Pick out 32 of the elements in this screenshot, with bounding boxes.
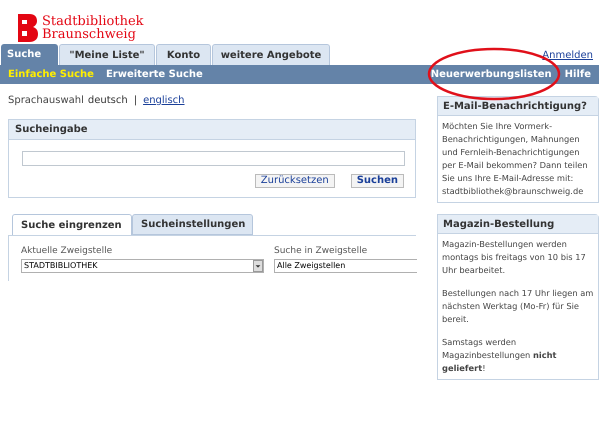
info-text: Möchten Sie Ihre Vormerk-Benachrichtigungen, Mahnungen und Fernleih-Benachrichtigungen per E-Mail bekommen? Dann teilen Sie uns Ihre E-Mail-Adresse mit: stadtbibliothek@braunschweig.de [442,120,589,198]
login-link[interactable]: Anmelden [542,48,593,63]
info-text: Magazin-Bestellungen werden montags bis freitags von 10 bis 17 Uhr bearbeitet. [442,238,587,277]
filter-tab[interactable]: Suche eingrenzen [12,214,132,235]
panel-title: Sucheingabe [9,120,415,140]
filter-dropdown[interactable]: Alle Zweigstellen [274,258,417,272]
main-tab[interactable]: Konto [156,44,211,65]
main-tab[interactable]: weitere Angebote [212,44,330,65]
filter-label: Aktuelle Zweigstelle [21,245,114,258]
filter-dropdown[interactable]: STADTBIBLIOTHEK [21,258,264,272]
sub-nav-link[interactable]: Erweiterte Suche [106,67,203,82]
caret-icon [253,260,263,272]
box-title: E-Mail-Benachrichtigung? [438,97,598,116]
nav-link[interactable]: Hilfe [564,67,591,82]
info-text: Bestellungen nach 17 Uhr liegen am nächsten Werktag (Mo-Fr) für Sie bereit. [442,287,594,326]
search-field[interactable] [22,151,405,166]
box-title: Magazin-Bestellung [438,215,598,234]
separator-text: | [134,94,138,108]
language-link[interactable]: englisch [143,93,185,108]
dropdown-value: STADTBIBLIOTHEK [23,260,99,272]
panel-button[interactable]: Zurücksetzen [254,174,335,188]
filter-label: Suche in Zweigstelle [274,245,368,258]
logo-text: Stadtbibliothek [42,15,144,28]
logo-text: Braunschweig [42,28,137,41]
language-label: Sprachauswahl [8,94,84,108]
filter-tab[interactable]: Sucheinstellungen [132,214,253,235]
logo-icon [16,14,38,42]
language-current: deutsch [88,94,128,108]
info-text: Samstags werden Magazinbestellungen nicht geliefert! [442,336,558,375]
panel-button[interactable]: Suchen [350,174,404,188]
main-tab[interactable]: "Meine Liste" [59,44,155,65]
main-tab[interactable]: Suche [1,44,58,65]
